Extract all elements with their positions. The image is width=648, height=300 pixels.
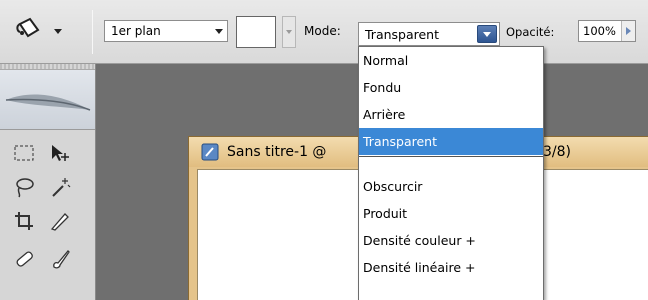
chevron-down-icon [54, 28, 62, 34]
crop-tool[interactable] [10, 208, 38, 234]
tools-panel [0, 64, 96, 300]
options-bar: 1er plan Mode: Transparent Opacité: 100% [0, 0, 648, 64]
feather-icon [5, 94, 91, 111]
magic-wand-icon [52, 178, 71, 197]
document-title-suffix: 3/8) [543, 144, 571, 160]
lasso-icon [16, 178, 34, 198]
opacity-slider-button[interactable] [621, 21, 635, 41]
tool-preset-picker[interactable] [14, 16, 74, 46]
chevron-down-icon [477, 25, 497, 43]
pattern-swatch[interactable] [236, 16, 276, 48]
bandage-icon [16, 251, 33, 267]
magic-wand-tool[interactable] [46, 174, 74, 200]
mode-option-produit[interactable]: Produit [359, 200, 543, 227]
opacity-label: Opacité: [506, 25, 555, 39]
crop-icon [15, 212, 33, 230]
document-title: Sans titre-1 @ [227, 144, 327, 160]
divider [92, 10, 93, 54]
mode-dropdown-list: Normal Fondu Arrière Transparent Obscurc… [358, 46, 544, 300]
chevron-down-icon [211, 21, 227, 41]
move-tool[interactable] [46, 140, 74, 166]
mode-option-densite-couleur[interactable]: Densité couleur + [359, 227, 543, 254]
move-icon [52, 145, 69, 161]
mode-option-normal[interactable]: Normal [359, 47, 543, 74]
mode-value: Transparent [365, 26, 440, 42]
slice-icon [50, 213, 69, 231]
mode-select[interactable]: Transparent [358, 22, 500, 46]
paint-bucket-icon [16, 17, 40, 38]
brush-icon [53, 250, 70, 269]
mode-option-arriere[interactable]: Arrière [359, 101, 543, 128]
slice-tool[interactable] [46, 208, 74, 234]
mode-option-transparent[interactable]: Transparent [359, 128, 543, 155]
opacity-field[interactable]: 100% [578, 20, 636, 42]
photoshop-document-icon [201, 143, 219, 161]
lasso-tool[interactable] [10, 174, 38, 200]
menu-divider [359, 155, 543, 173]
fill-source-select[interactable]: 1er plan [104, 20, 228, 42]
marquee-icon [14, 145, 34, 161]
pattern-picker-button[interactable] [282, 16, 296, 48]
fill-source-value: 1er plan [111, 24, 161, 38]
opacity-value: 100% [583, 24, 616, 38]
mode-option-fondu[interactable]: Fondu [359, 74, 543, 101]
mode-option-obscurcir[interactable]: Obscurcir [359, 173, 543, 200]
healing-brush-tool[interactable] [10, 246, 38, 272]
marquee-tool[interactable] [10, 140, 38, 166]
mode-label: Mode: [304, 24, 341, 38]
photoshop-logo [0, 70, 95, 130]
mode-option-densite-lineaire[interactable]: Densité linéaire + [359, 254, 543, 281]
brush-tool[interactable] [46, 246, 74, 272]
